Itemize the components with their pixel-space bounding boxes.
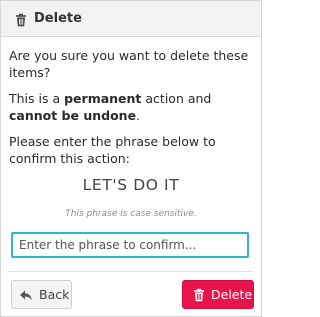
footer-divider — [9, 271, 253, 272]
warning-permanent: permanent — [64, 91, 142, 106]
reply-arrow-icon — [19, 288, 33, 302]
warning-middle: action and — [141, 91, 212, 106]
delete-button[interactable]: Delete — [182, 280, 254, 309]
warning-cannot-undone: cannot be undone — [9, 108, 137, 123]
dialog-title: Delete — [34, 11, 82, 26]
confirm-phrase-input[interactable] — [11, 232, 249, 258]
confirm-phrase: LET'S DO IT — [82, 176, 180, 194]
permanent-warning: This is a permanent action and cannot be… — [9, 90, 255, 124]
dialog-body: Are you sure you want to delete these it… — [9, 47, 255, 176]
confirm-question: Are you sure you want to delete these it… — [9, 48, 249, 80]
back-button[interactable]: Back — [11, 280, 72, 309]
delete-confirm-dialog: Delete Are you sure you want to delete t… — [0, 0, 262, 317]
confirm-instruction: Please enter the phrase below to confirm… — [9, 134, 216, 166]
warning-suffix: . — [136, 108, 141, 123]
back-button-label: Back — [39, 287, 70, 302]
delete-button-label: Delete — [211, 287, 253, 302]
case-sensitive-note: This phrase is case sensitive. — [65, 209, 197, 219]
trash-icon — [192, 288, 206, 302]
dialog-header: Delete — [1, 1, 261, 37]
warning-prefix: This is a — [9, 91, 65, 106]
trash-icon — [14, 12, 28, 27]
